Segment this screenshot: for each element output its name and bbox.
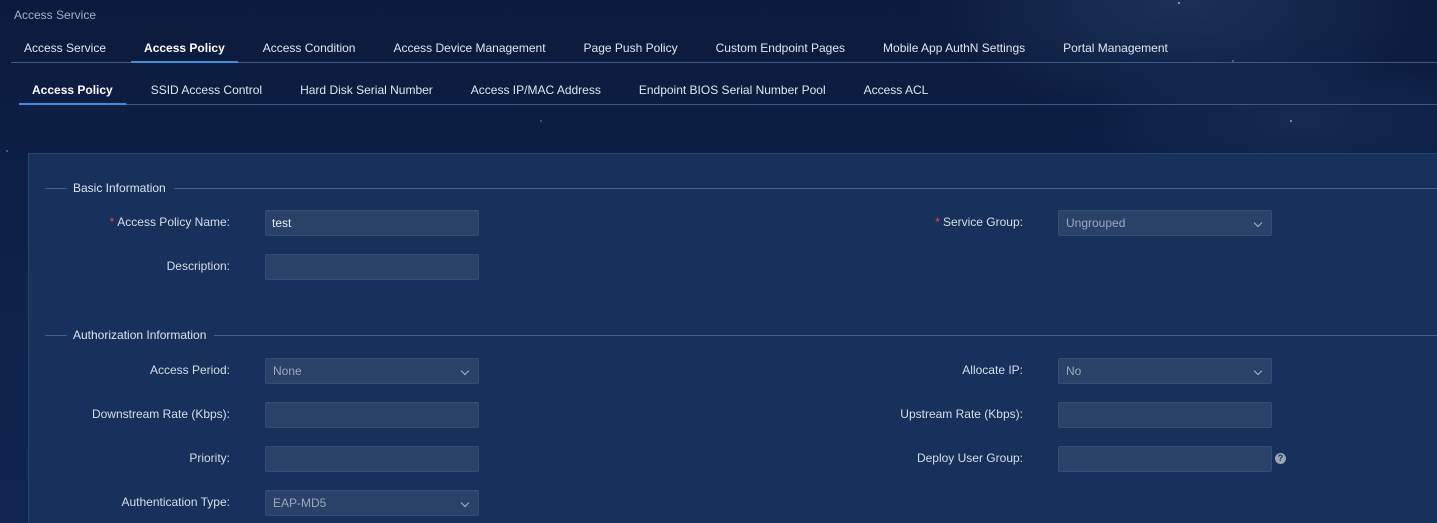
tab-portal-management[interactable]: Portal Management (1050, 34, 1181, 62)
subtab-endpoint-bios-serial-number-pool[interactable]: Endpoint BIOS Serial Number Pool (626, 76, 839, 104)
section-authorization-information: Authorization Information (45, 328, 1437, 342)
subtab-ssid-access-control[interactable]: SSID Access Control (138, 76, 275, 104)
access-period-value: None (273, 364, 302, 378)
service-group-select[interactable]: Ungrouped (1058, 210, 1272, 236)
tab-access-policy[interactable]: Access Policy (131, 34, 238, 63)
tab-custom-endpoint-pages[interactable]: Custom Endpoint Pages (703, 34, 858, 62)
main-tabbar: Access Service Access Policy Access Cond… (11, 34, 1437, 63)
downstream-rate-label: Downstream Rate (Kbps): (91, 407, 230, 421)
tab-access-service[interactable]: Access Service (11, 34, 119, 62)
allocate-ip-select[interactable]: No (1058, 358, 1272, 384)
chevron-down-icon (1253, 366, 1263, 376)
policy-name-label: * Access Policy Name: (109, 215, 230, 229)
upstream-rate-input[interactable] (1058, 402, 1272, 428)
subtab-access-acl[interactable]: Access ACL (851, 76, 942, 104)
access-period-label: Access Period: (149, 363, 230, 377)
description-input[interactable] (265, 254, 479, 280)
background-star (540, 120, 542, 122)
priority-label: Priority: (189, 451, 230, 465)
required-marker: * (935, 215, 940, 229)
deploy-user-group-input[interactable] (1058, 446, 1272, 472)
background-star (1178, 2, 1180, 4)
tab-access-condition[interactable]: Access Condition (250, 34, 369, 62)
auth-type-value: EAP-MD5 (273, 496, 327, 510)
service-group-value: Ungrouped (1066, 216, 1126, 230)
tab-mobile-app-authn-settings[interactable]: Mobile App AuthN Settings (870, 34, 1038, 62)
chevron-down-icon (1253, 218, 1263, 228)
chevron-down-icon (460, 498, 470, 508)
policy-form-panel: Basic Information *Access Policy Name: *… (28, 153, 1437, 523)
allocate-ip-label: Allocate IP: (962, 363, 1023, 377)
section-title: Basic Information (73, 181, 166, 195)
question-circle-icon[interactable]: ? (1275, 453, 1286, 464)
priority-input[interactable] (265, 446, 479, 472)
allocate-ip-value: No (1066, 364, 1082, 378)
access-period-select[interactable]: None (265, 358, 479, 384)
background-star (6, 150, 8, 152)
background-star (1290, 120, 1292, 122)
service-group-label: * Service Group: (935, 215, 1023, 229)
description-label: Description: (166, 259, 230, 273)
section-title: Authorization Information (73, 328, 207, 342)
subtab-access-policy[interactable]: Access Policy (19, 76, 126, 105)
upstream-rate-label: Upstream Rate (Kbps): (900, 407, 1023, 421)
policy-name-input[interactable] (265, 210, 479, 236)
tab-access-device-management[interactable]: Access Device Management (380, 34, 558, 62)
chevron-down-icon (460, 366, 470, 376)
required-marker: * (109, 215, 115, 229)
downstream-rate-input[interactable] (265, 402, 479, 428)
subtab-hard-disk-serial-number[interactable]: Hard Disk Serial Number (287, 76, 446, 104)
tab-page-push-policy[interactable]: Page Push Policy (571, 34, 691, 62)
auth-type-select[interactable]: EAP-MD5 (265, 490, 479, 516)
app-title: Access Service (14, 8, 97, 22)
subtab-access-ip-mac-address[interactable]: Access IP/MAC Address (458, 76, 614, 104)
auth-type-label: Authentication Type: (121, 495, 230, 509)
deploy-user-group-label: Deploy User Group: (916, 451, 1023, 465)
section-basic-information: Basic Information (45, 181, 1437, 195)
sub-tabbar: Access Policy SSID Access Control Hard D… (19, 76, 1437, 105)
